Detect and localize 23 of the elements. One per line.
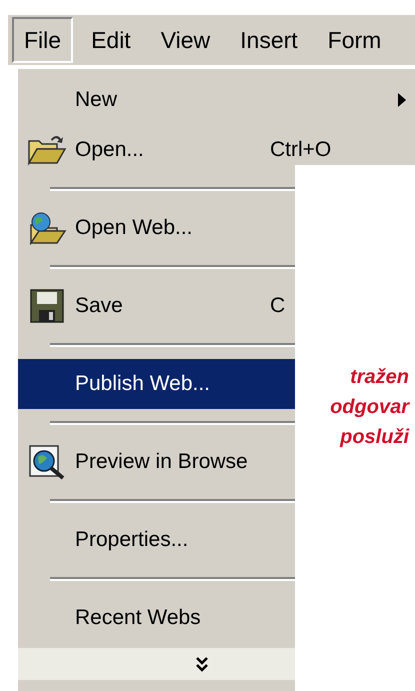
callout-text: odgovar	[330, 395, 411, 420]
menu-bar-item[interactable]: View	[148, 17, 222, 63]
menu-item[interactable]: Open... Ctrl+O	[18, 125, 415, 175]
open-folder-icon	[26, 133, 66, 167]
menu-bar-item[interactable]: Form	[316, 17, 394, 63]
magnifier-globe-icon	[26, 444, 66, 480]
double-chevron-down-icon	[194, 656, 208, 672]
menu-item[interactable]: Preview in Browse	[18, 437, 295, 487]
menu-item[interactable]: Properties...	[18, 515, 295, 565]
menu-item[interactable]: Publish Web...	[18, 359, 295, 409]
menu-item[interactable]: Recent Webs	[18, 593, 295, 643]
menu-item[interactable]: Open Web...	[18, 203, 295, 253]
shortcut-label: Ctrl+O	[270, 137, 332, 164]
menu-item[interactable]: Save C	[18, 281, 295, 331]
globe-folder-icon	[26, 211, 66, 245]
menu-bar-item[interactable]: File	[12, 17, 74, 63]
expand-menu-bar[interactable]	[18, 648, 295, 680]
shortcut-label: C	[270, 293, 286, 320]
menu-item[interactable]: New	[18, 75, 415, 125]
callout-text: posluži	[340, 425, 410, 450]
callout-text: tražen	[350, 365, 410, 390]
menu-bar-item[interactable]: Insert	[228, 17, 310, 63]
menu-bar-item[interactable]: Edit	[79, 17, 143, 63]
